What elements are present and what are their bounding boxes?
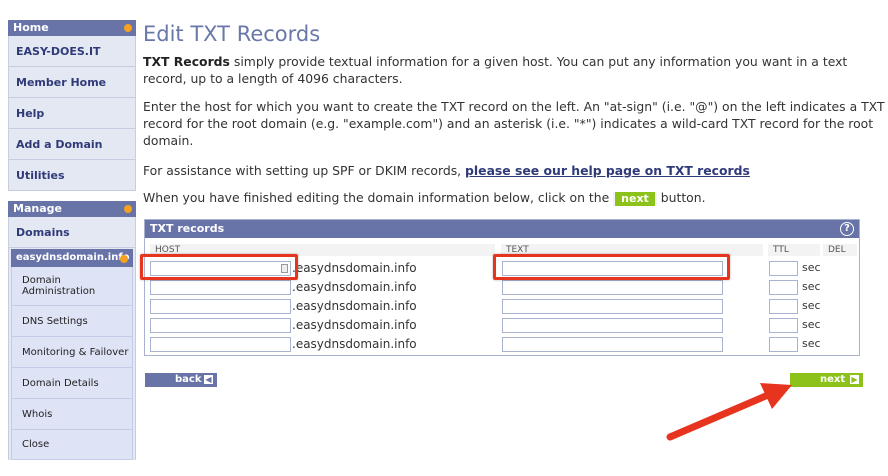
- sidebar-item-domains[interactable]: Domains: [8, 217, 136, 248]
- back-button[interactable]: back ◀: [145, 373, 217, 387]
- home-section-header: Home: [8, 20, 136, 36]
- host-input[interactable]: [150, 337, 291, 352]
- collapse-dot-icon[interactable]: [124, 205, 132, 213]
- text-input[interactable]: [502, 318, 723, 333]
- sub-item-domain-administration[interactable]: Domain Administration: [11, 267, 133, 306]
- back-label: back: [175, 374, 202, 385]
- sidebar: Home EASY-DOES.IT Member Home Help Add a…: [8, 20, 136, 460]
- text-input[interactable]: [502, 299, 723, 314]
- ttl-input[interactable]: [769, 280, 798, 295]
- txt-records-header: TXT records ?: [145, 220, 859, 238]
- finish-text-end: button.: [656, 190, 706, 205]
- collapse-dot-icon[interactable]: [124, 24, 132, 32]
- sub-item-dns-settings[interactable]: DNS Settings: [11, 306, 133, 337]
- finish-paragraph: When you have finished editing the domai…: [143, 189, 885, 206]
- page-title: Edit TXT Records: [143, 22, 321, 46]
- home-header-label: Home: [13, 21, 49, 34]
- host-highlight-box: [140, 254, 298, 280]
- manage-header-label: Manage: [13, 202, 62, 215]
- ttl-unit: sec: [802, 299, 821, 312]
- sub-item-monitoring-failover[interactable]: Monitoring & Failover: [11, 337, 133, 368]
- txt-help-link[interactable]: please see our help page on TXT records: [465, 163, 750, 178]
- manage-section-header: Manage: [8, 201, 136, 217]
- arrow-right-icon: ▶: [850, 375, 859, 384]
- domain-suffix: .easydnsdomain.info: [292, 318, 417, 332]
- text-highlight-box: [493, 254, 730, 280]
- domain-suffix: .easydnsdomain.info: [292, 280, 417, 294]
- text-input[interactable]: [502, 280, 723, 295]
- help-circle-icon[interactable]: ?: [840, 222, 854, 236]
- ttl-unit: sec: [802, 337, 821, 350]
- inline-next-badge: next: [613, 192, 657, 206]
- assist-paragraph: For assistance with setting up SPF or DK…: [143, 162, 885, 179]
- domain-submenu: easydnsdomain.info Domain Administration…: [8, 248, 136, 460]
- host-input[interactable]: [150, 299, 291, 314]
- ttl-unit: sec: [802, 261, 821, 274]
- sub-item-whois[interactable]: Whois: [11, 399, 133, 430]
- domain-submenu-header: easydnsdomain.info: [11, 249, 133, 267]
- text-input[interactable]: [502, 337, 723, 352]
- next-button[interactable]: next ▶: [790, 373, 863, 387]
- sidebar-item-add-domain[interactable]: Add a Domain: [8, 129, 136, 160]
- ttl-input[interactable]: [769, 337, 798, 352]
- ttl-input[interactable]: [769, 318, 798, 333]
- host-input[interactable]: [150, 318, 291, 333]
- sub-item-close[interactable]: Close: [11, 430, 133, 460]
- intro-text: simply provide textual information for a…: [143, 54, 848, 86]
- domain-suffix: .easydnsdomain.info: [292, 261, 417, 275]
- domain-name-label: easydnsdomain.info: [16, 252, 130, 263]
- intro-paragraph: TXT Records simply provide textual infor…: [143, 53, 885, 87]
- host-input[interactable]: [150, 280, 291, 295]
- intro-bold: TXT Records: [143, 54, 230, 69]
- collapse-dot-icon[interactable]: [120, 255, 128, 263]
- red-arrow-icon: [666, 383, 792, 441]
- ttl-unit: sec: [802, 318, 821, 331]
- domain-suffix: .easydnsdomain.info: [292, 299, 417, 313]
- next-label: next: [820, 374, 846, 385]
- assist-text: For assistance with setting up SPF or DK…: [143, 163, 466, 178]
- sidebar-item-member-home[interactable]: Member Home: [8, 67, 136, 98]
- column-header-del: DEL: [823, 244, 857, 256]
- sub-item-domain-details[interactable]: Domain Details: [11, 368, 133, 399]
- arrow-left-icon: ◀: [204, 375, 213, 384]
- sidebar-item-utilities[interactable]: Utilities: [8, 160, 136, 191]
- column-header-ttl: TTL: [768, 244, 820, 256]
- ttl-input[interactable]: [769, 299, 798, 314]
- ttl-unit: sec: [802, 280, 821, 293]
- finish-text: When you have finished editing the domai…: [143, 190, 614, 205]
- ttl-input[interactable]: [769, 261, 798, 276]
- txt-records-title: TXT records: [150, 222, 225, 235]
- txt-records-panel: TXT records ? HOST TEXT TTL DEL .easydns…: [144, 219, 860, 356]
- host-instructions: Enter the host for which you want to cre…: [143, 99, 885, 148]
- sidebar-item-account[interactable]: EASY-DOES.IT: [8, 36, 136, 67]
- sidebar-item-help[interactable]: Help: [8, 98, 136, 129]
- domain-suffix: .easydnsdomain.info: [292, 337, 417, 351]
